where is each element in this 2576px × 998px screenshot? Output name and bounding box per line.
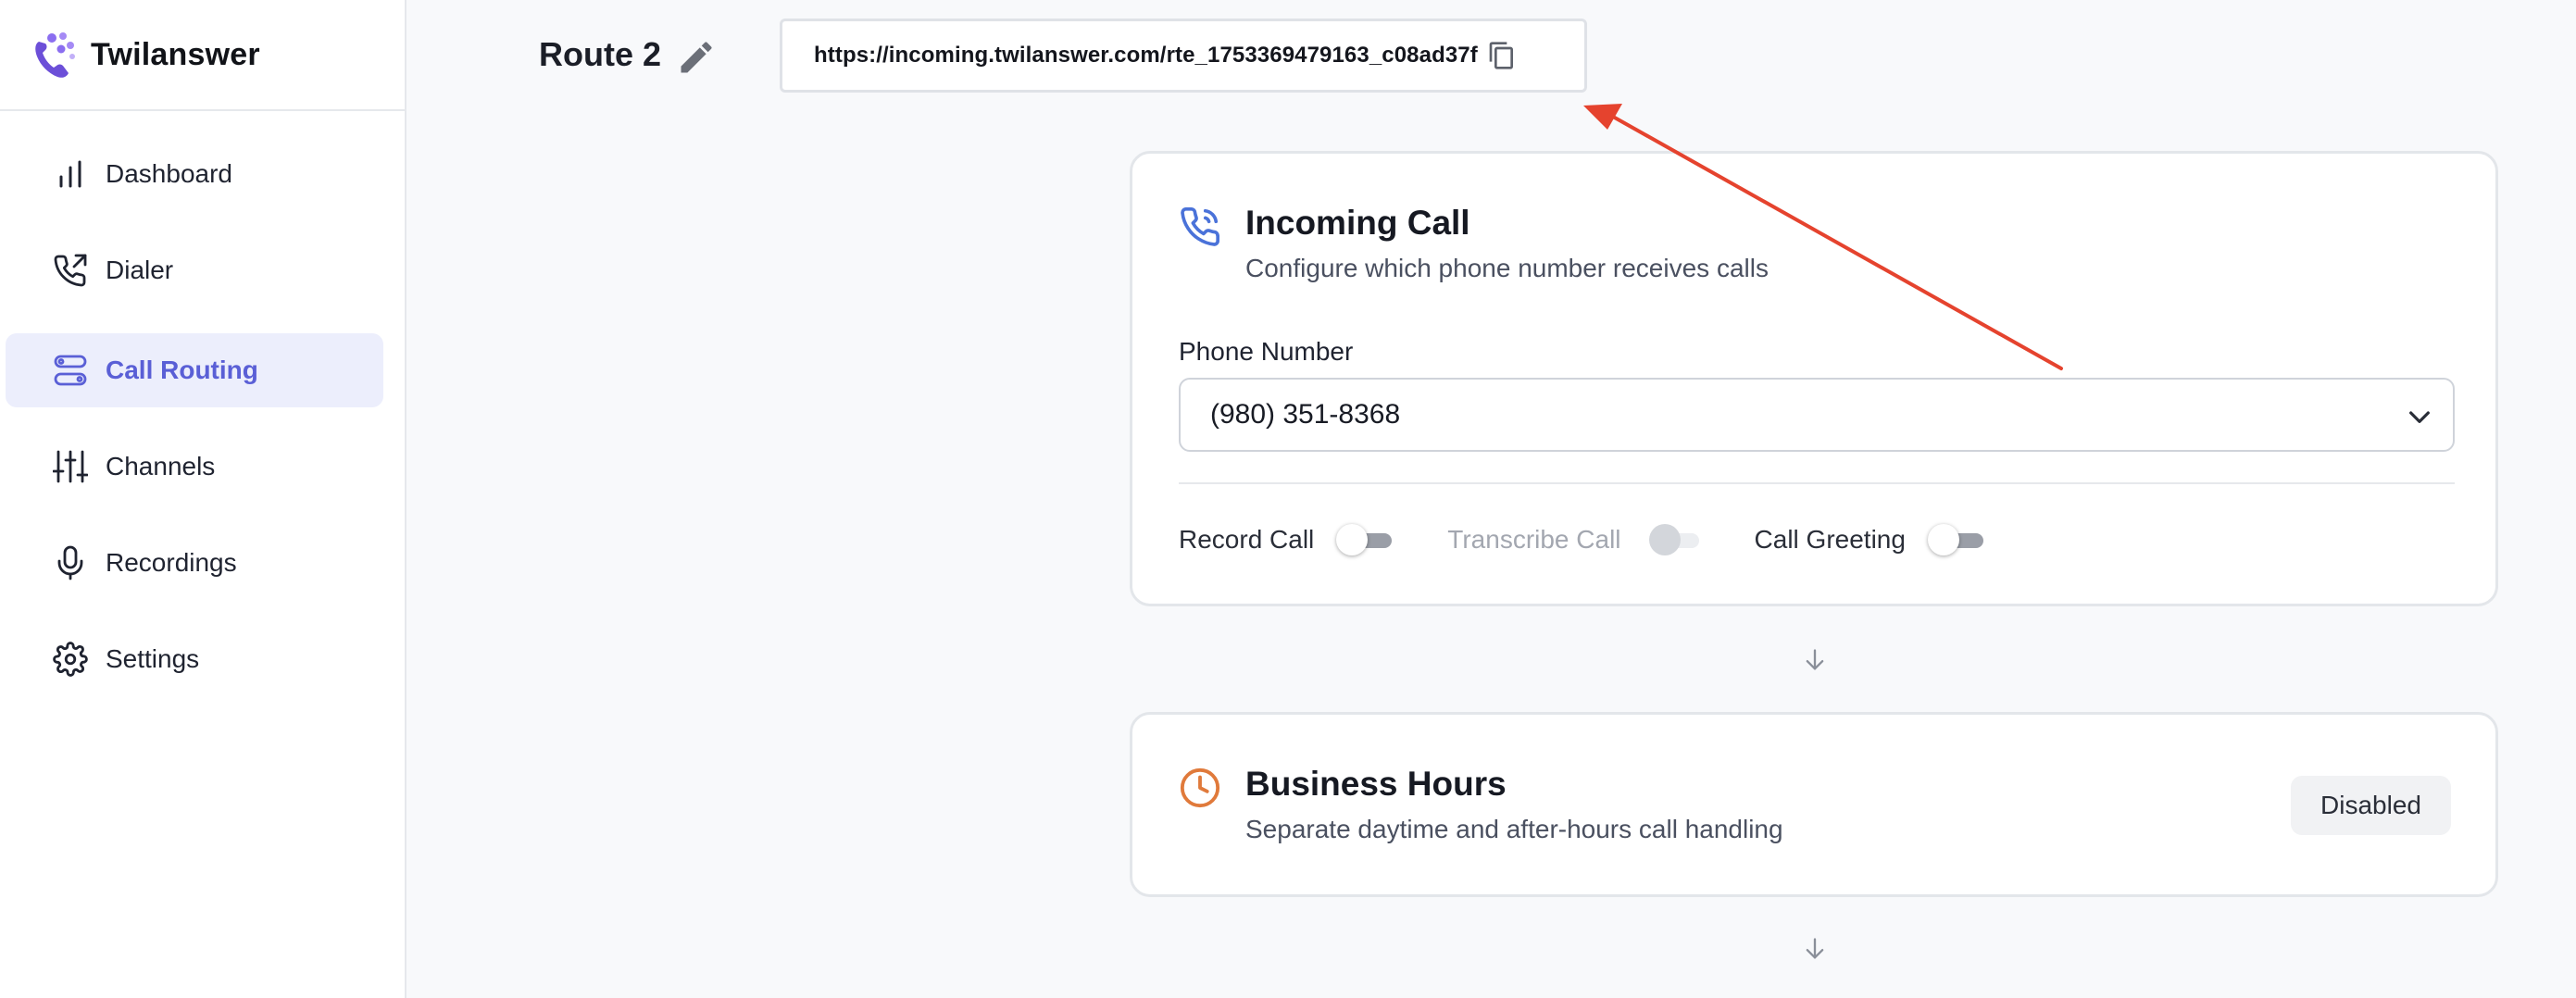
sidebar-item-label: Recordings [106, 548, 237, 577]
sliders-icon [52, 448, 89, 485]
phone-number-value: (980) 351-8368 [1210, 399, 1401, 430]
flow-arrow-down-icon [1806, 649, 1824, 670]
microphone-icon [52, 544, 89, 581]
sidebar: Twilanswer Dashboard Dialer Call Routing… [0, 0, 406, 998]
phone-incoming-icon [1181, 207, 1219, 246]
route-title: Route 2 [539, 35, 662, 73]
brand-header: Twilanswer [0, 0, 405, 111]
twilanswer-logo-icon[interactable] [31, 29, 78, 81]
incoming-call-subtitle: Configure which phone number receives ca… [1245, 254, 1769, 282]
sidebar-item-label: Channels [106, 452, 216, 480]
sidebar-item-dialer[interactable]: Dialer [6, 233, 383, 307]
route-icon [52, 352, 89, 389]
webhook-url-box: https://incoming.twilanswer.com/rte_1753… [780, 19, 1587, 93]
sidebar-item-label: Dialer [106, 256, 174, 284]
phone-number-select[interactable]: (980) 351-8368 [1179, 378, 2455, 452]
call-greeting-label: Call Greeting [1754, 525, 1906, 554]
sidebar-item-label: Call Routing [106, 356, 258, 384]
business-hours-title: Business Hours [1245, 765, 1507, 803]
sidebar-item-dashboard[interactable]: Dashboard [6, 137, 383, 211]
app-name: Twilanswer [91, 36, 260, 72]
phone-outgoing-icon [52, 252, 89, 289]
incoming-call-title: Incoming Call [1245, 204, 1470, 242]
business-hours-subtitle: Separate daytime and after-hours call ha… [1245, 815, 1783, 843]
webhook-url[interactable]: https://incoming.twilanswer.com/rte_1753… [814, 43, 1478, 69]
pencil-edit-icon[interactable] [676, 37, 717, 78]
transcribe-call-toggle[interactable] [1644, 524, 1699, 555]
sidebar-item-channels[interactable]: Channels [6, 430, 383, 504]
transcribe-call-option: Transcribe Call [1447, 524, 1699, 555]
business-hours-header: Business Hours Separate daytime and afte… [1179, 765, 1783, 844]
record-call-label: Record Call [1179, 525, 1315, 554]
gear-icon [52, 641, 89, 678]
call-greeting-option: Call Greeting [1755, 524, 1983, 555]
status-badge[interactable]: Disabled [2291, 776, 2451, 835]
sidebar-item-call-routing[interactable]: Call Routing [6, 333, 383, 407]
record-call-option: Record Call [1179, 524, 1393, 555]
bar-chart-icon [52, 156, 89, 193]
phone-number-label: Phone Number [1179, 337, 1354, 366]
clock-icon [1180, 767, 1220, 808]
call-options: Record Call Transcribe Call Call Greetin… [1179, 524, 2039, 555]
incoming-call-header: Incoming Call Configure which phone numb… [1179, 204, 1769, 283]
card-divider [1179, 482, 2455, 484]
transcribe-call-label: Transcribe Call [1447, 525, 1621, 554]
sidebar-item-label: Dashboard [106, 159, 232, 188]
record-call-toggle[interactable] [1336, 524, 1393, 555]
sidebar-item-recordings[interactable]: Recordings [6, 526, 383, 600]
business-hours-card[interactable]: Business Hours Separate daytime and afte… [1130, 712, 2498, 897]
sidebar-item-settings[interactable]: Settings [6, 622, 383, 696]
flow-arrow-down-icon [1806, 938, 1824, 959]
sidebar-item-label: Settings [106, 644, 200, 673]
call-greeting-toggle[interactable] [1927, 524, 1983, 555]
chevron-down-icon [2409, 411, 2430, 423]
incoming-call-card: Incoming Call Configure which phone numb… [1130, 151, 2498, 606]
copy-icon[interactable] [1487, 40, 1517, 71]
